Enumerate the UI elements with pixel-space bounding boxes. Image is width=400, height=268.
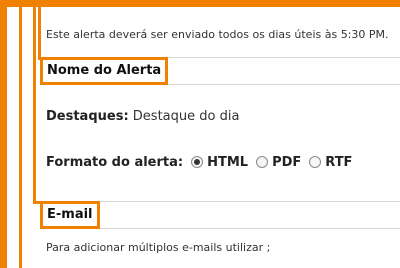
radio-rtf[interactable] [309,156,322,168]
radio-pdf[interactable] [256,156,269,168]
highlights-value: Destaque do dia [132,109,240,124]
radio-html[interactable] [191,156,204,168]
highlights-label: Destaques: [46,109,129,124]
format-option-pdf[interactable]: PDF [256,155,301,170]
format-option-label: RTF [325,154,353,170]
orange-highlight-left-bar [0,0,7,268]
highlights-row: Destaques: Destaque do dia [46,109,239,124]
format-option-html[interactable]: HTML [191,155,248,170]
format-row: Formato do alerta: HTML PDF RTF [46,152,360,172]
email-hint-text: Para adicionar múltiplos e-mails utiliza… [46,241,271,254]
format-option-label: PDF [272,154,302,170]
email-section: E-mail [40,201,400,229]
format-label: Formato do alerta: [46,154,184,170]
alert-name-label: Nome do Alerta [40,57,169,85]
callout-line [33,7,36,204]
callout-line [38,7,41,60]
alert-name-section: Nome do Alerta [40,57,400,85]
format-option-rtf[interactable]: RTF [309,155,352,170]
email-label: E-mail [40,201,100,229]
format-option-label: HTML [207,154,249,170]
orange-highlight-top-bar [0,0,400,7]
callout-line [19,7,22,268]
schedule-info-text: Este alerta deverá ser enviado todos os … [46,28,389,41]
